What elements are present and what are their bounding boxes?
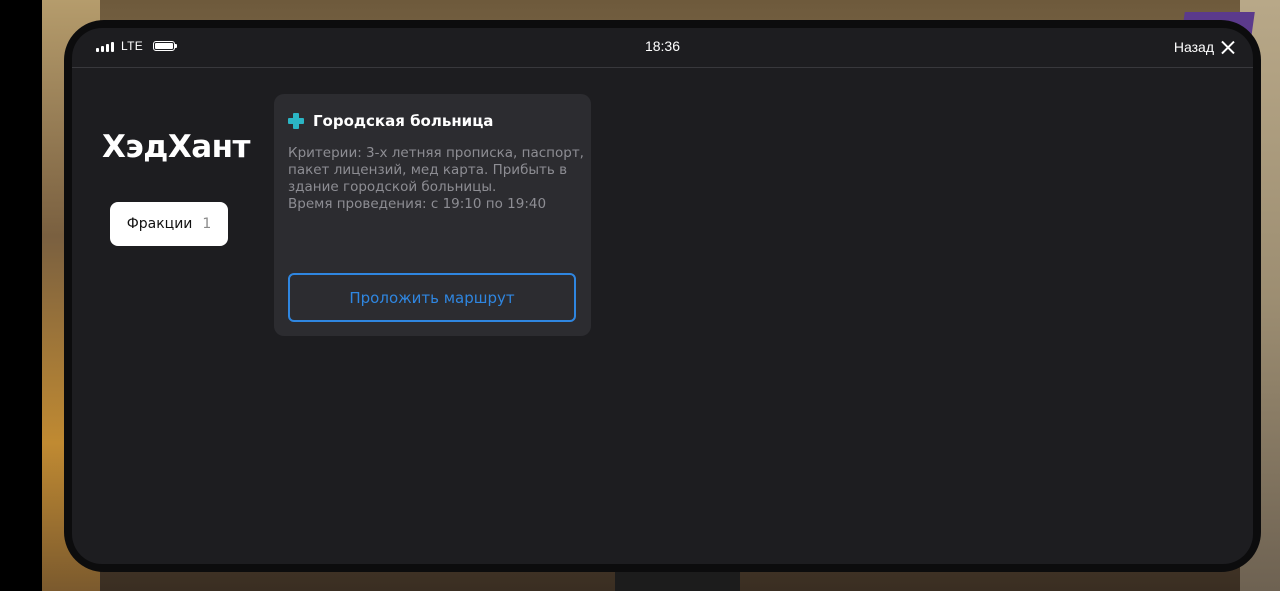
- card-description-line: Время проведения: с 19:10 по 19:40: [288, 196, 547, 212]
- tab-count: 1: [202, 216, 212, 232]
- screen-edge: [0, 0, 42, 591]
- card-description: Критерии: 3-х летняя прописка, паспорт, …: [288, 145, 584, 213]
- card-header: Городская больница: [288, 112, 493, 130]
- faction-card: Городская больница Критерии: 3-х летняя …: [274, 94, 591, 336]
- close-icon[interactable]: [1220, 40, 1235, 55]
- tab-factions[interactable]: Фракции 1: [110, 202, 228, 246]
- back-button[interactable]: Назад: [1174, 36, 1235, 58]
- phone-screen: LTE 18:36 Назад ХэдХант Фракции 1 Городс…: [72, 28, 1253, 564]
- status-bar: LTE 18:36 Назад: [72, 28, 1253, 68]
- medical-cross-icon: [288, 113, 304, 129]
- back-label: Назад: [1173, 39, 1214, 55]
- app-title: ХэдХант: [102, 129, 251, 165]
- tab-label: Фракции: [126, 216, 193, 232]
- card-title: Городская больница: [313, 112, 494, 130]
- card-description-line: пакет лицензий, мед карта. Прибыть в: [288, 162, 568, 178]
- card-description-line: Критерии: 3-х летняя прописка, паспорт,: [288, 145, 584, 161]
- status-time: 18:36: [644, 38, 681, 54]
- build-route-button[interactable]: Проложить маршрут: [288, 273, 576, 322]
- card-description-line: здание городской больницы.: [288, 179, 497, 195]
